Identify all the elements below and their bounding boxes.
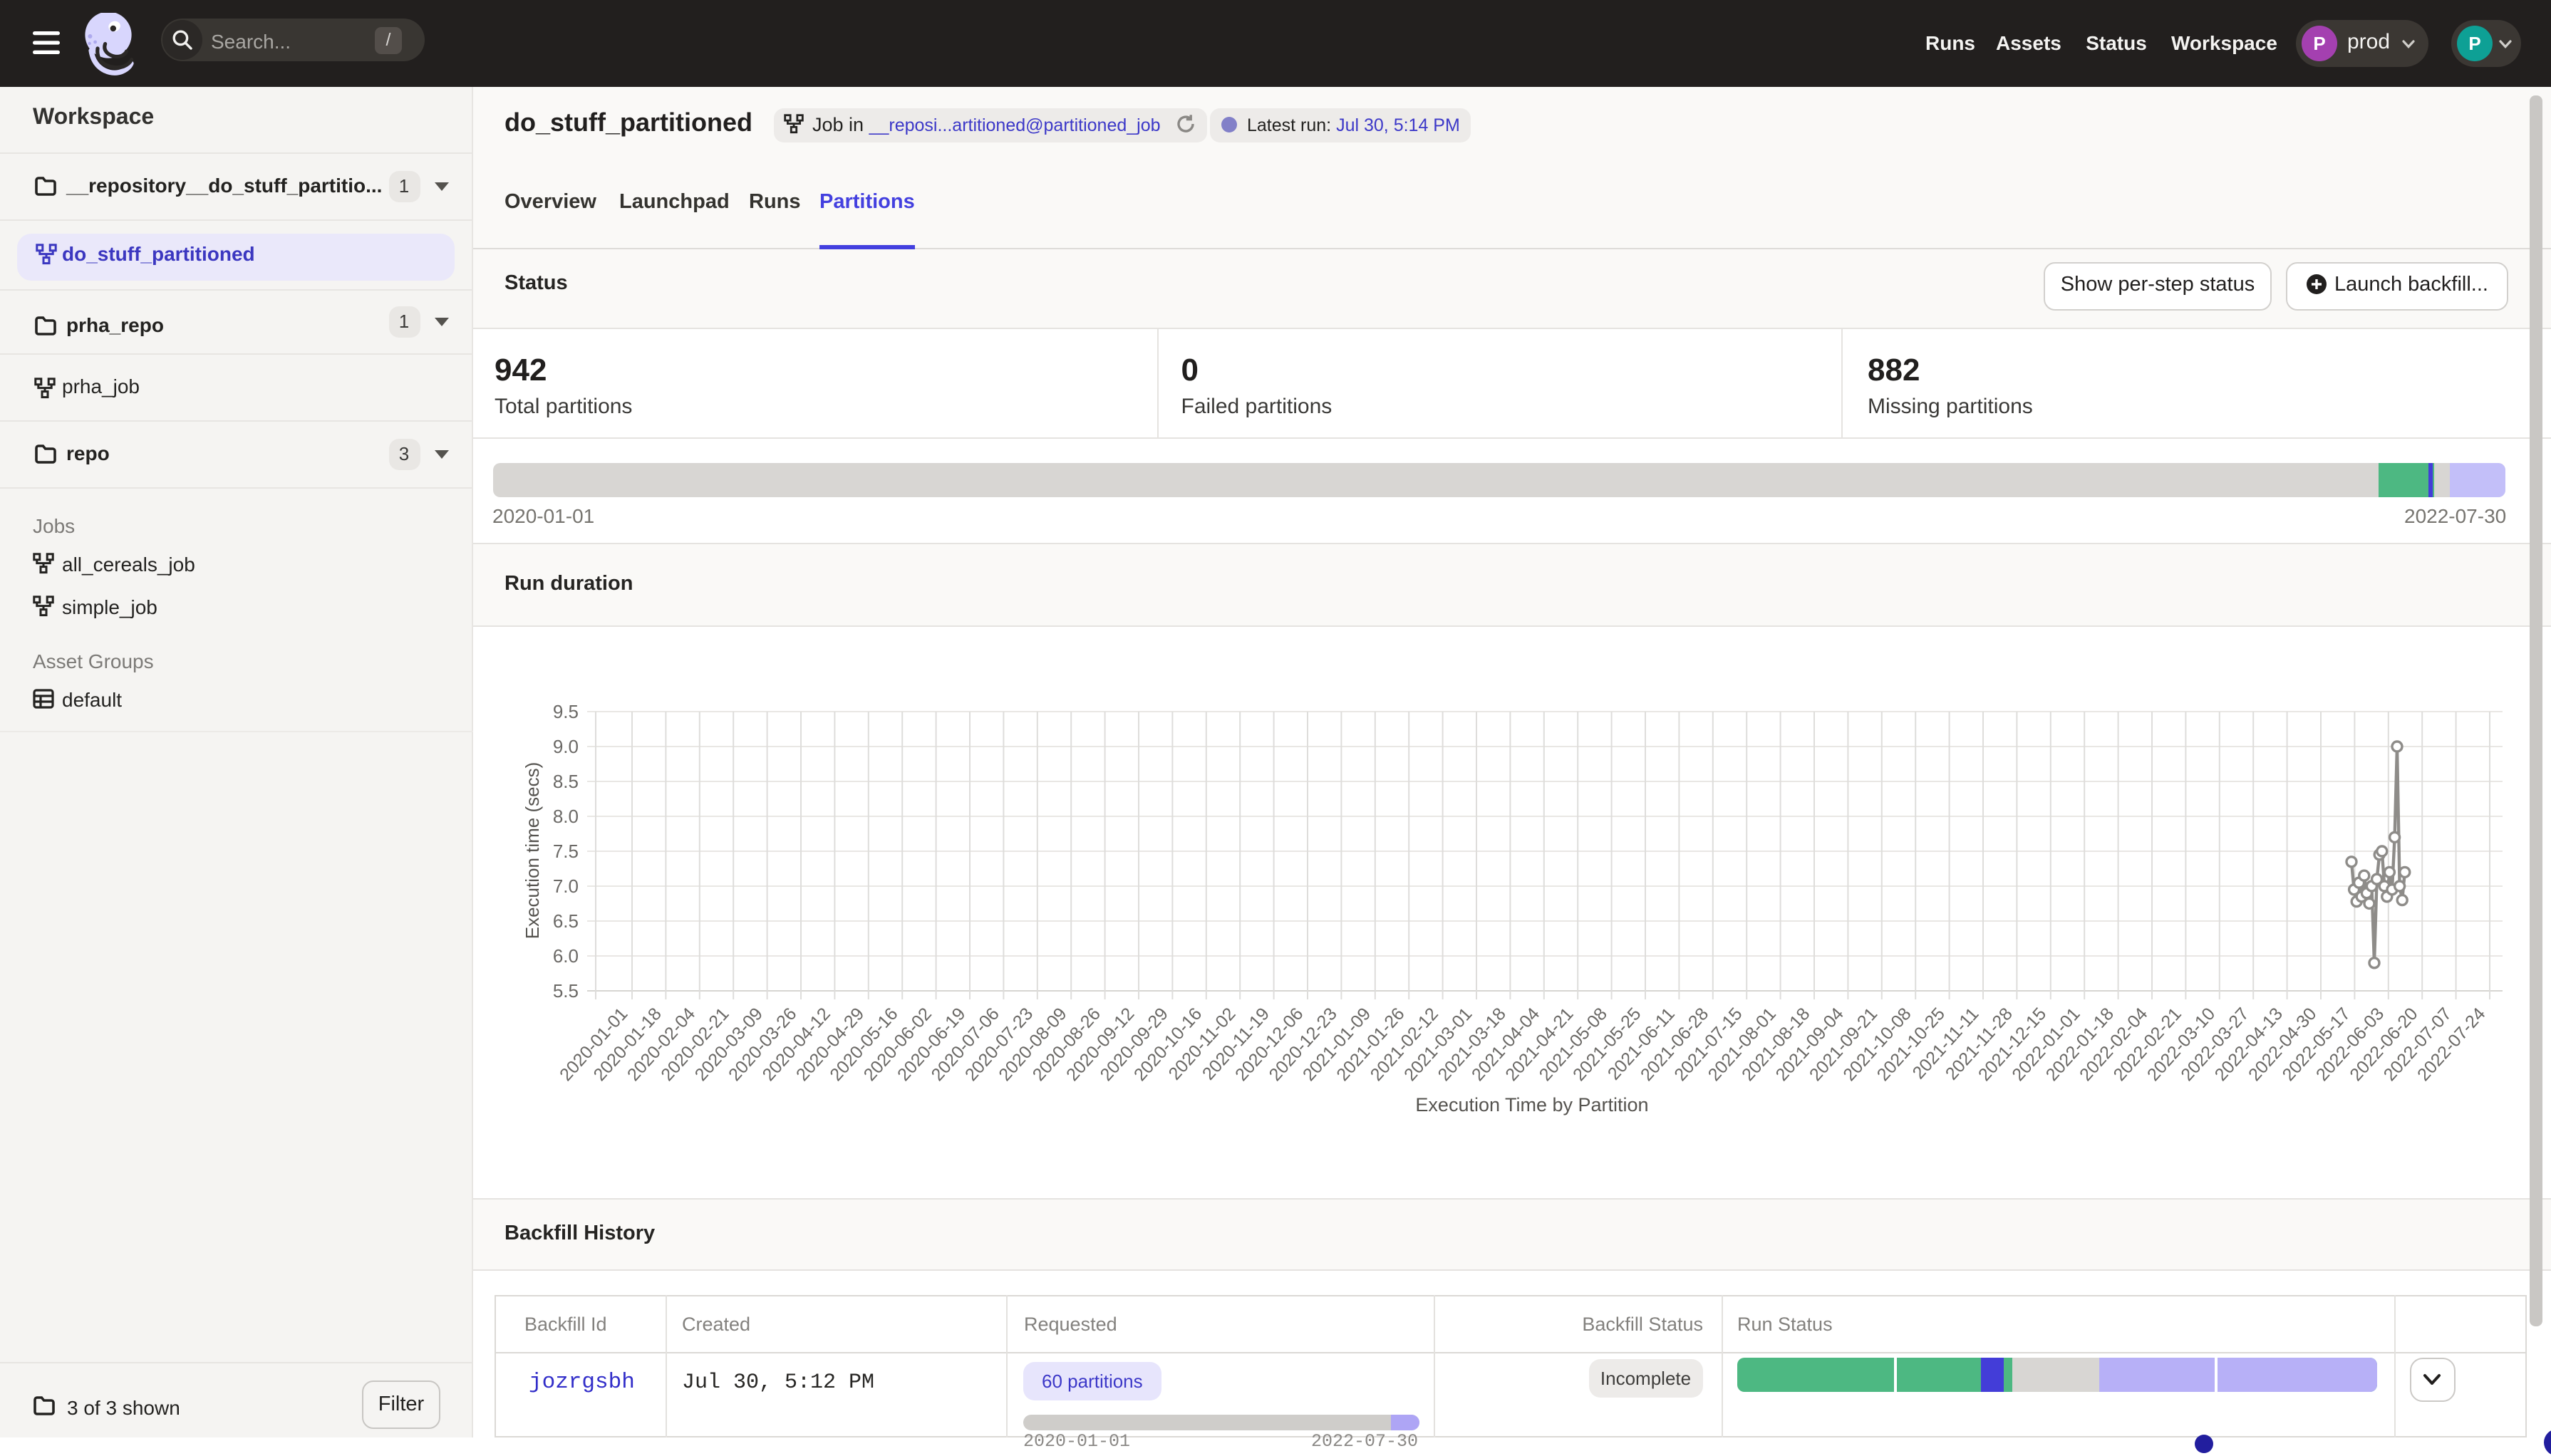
- svg-text:9.0: 9.0: [553, 736, 579, 757]
- svg-text:7.0: 7.0: [553, 875, 579, 897]
- svg-text:Execution time (secs): Execution time (secs): [522, 762, 543, 940]
- svg-text:6.5: 6.5: [553, 910, 579, 932]
- svg-text:9.5: 9.5: [553, 701, 579, 722]
- svg-text:Execution Time by Partition: Execution Time by Partition: [1415, 1094, 1648, 1116]
- svg-text:8.5: 8.5: [553, 771, 579, 792]
- svg-text:7.5: 7.5: [553, 841, 579, 862]
- svg-text:5.5: 5.5: [553, 980, 579, 1002]
- svg-text:6.0: 6.0: [553, 945, 579, 967]
- svg-text:8.0: 8.0: [553, 806, 579, 827]
